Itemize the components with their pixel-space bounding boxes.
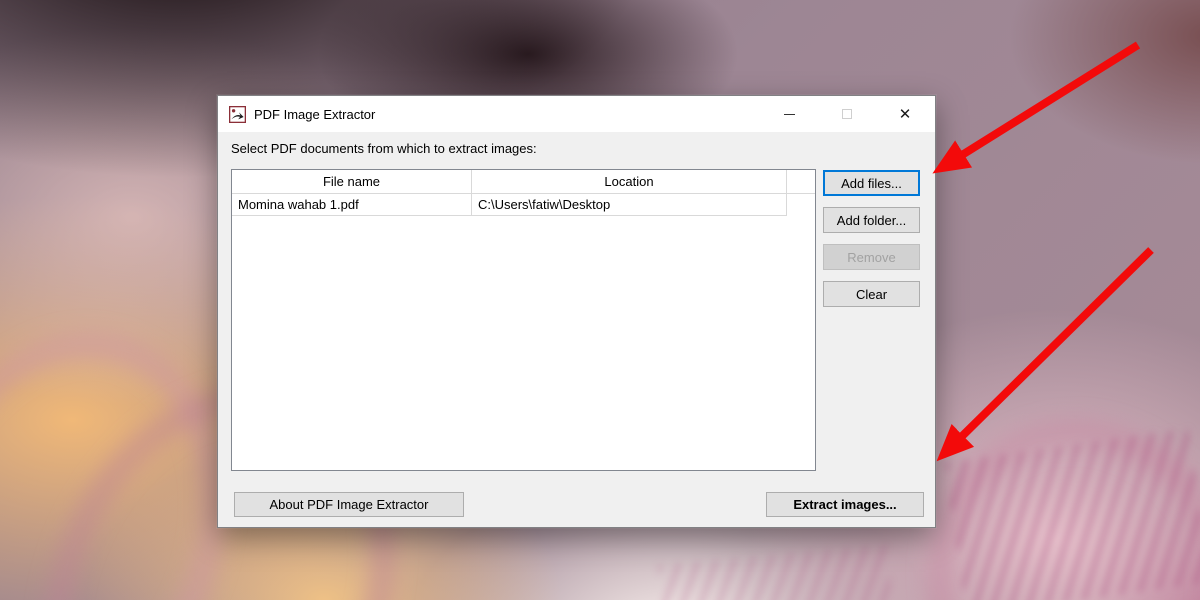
select-documents-label: Select PDF documents from which to extra… — [231, 141, 537, 156]
caption-controls: ✕ — [760, 96, 934, 132]
app-logo-icon — [229, 106, 246, 123]
close-button[interactable]: ✕ — [876, 96, 934, 132]
pdf-file-list[interactable]: File name Location Momina wahab 1.pdf C:… — [231, 169, 816, 471]
minimize-button[interactable] — [760, 96, 818, 132]
title-bar[interactable]: PDF Image Extractor ✕ — [218, 96, 935, 132]
pdf-image-extractor-window: PDF Image Extractor ✕ Select PDF documen… — [217, 95, 936, 528]
cell-file-name[interactable]: Momina wahab 1.pdf — [232, 194, 472, 216]
maximize-button — [818, 96, 876, 132]
minimize-icon — [784, 114, 795, 115]
add-files-button[interactable]: Add files... — [823, 170, 920, 196]
remove-button: Remove — [823, 244, 920, 270]
cell-location[interactable]: C:\Users\fatiw\Desktop — [472, 194, 787, 216]
table-row[interactable]: Momina wahab 1.pdf C:\Users\fatiw\Deskto… — [232, 194, 815, 216]
extract-images-button[interactable]: Extract images... — [766, 492, 924, 517]
about-button[interactable]: About PDF Image Extractor — [234, 492, 464, 517]
maximize-icon — [842, 109, 852, 119]
window-title: PDF Image Extractor — [254, 107, 375, 122]
add-folder-button[interactable]: Add folder... — [823, 207, 920, 233]
column-header-location[interactable]: Location — [472, 170, 787, 194]
petal-streaks — [658, 545, 892, 600]
list-header: File name Location — [232, 170, 815, 194]
column-header-filler — [787, 170, 815, 194]
cell-filler — [787, 194, 815, 216]
clear-button[interactable]: Clear — [823, 281, 920, 307]
column-header-file-name[interactable]: File name — [232, 170, 472, 194]
